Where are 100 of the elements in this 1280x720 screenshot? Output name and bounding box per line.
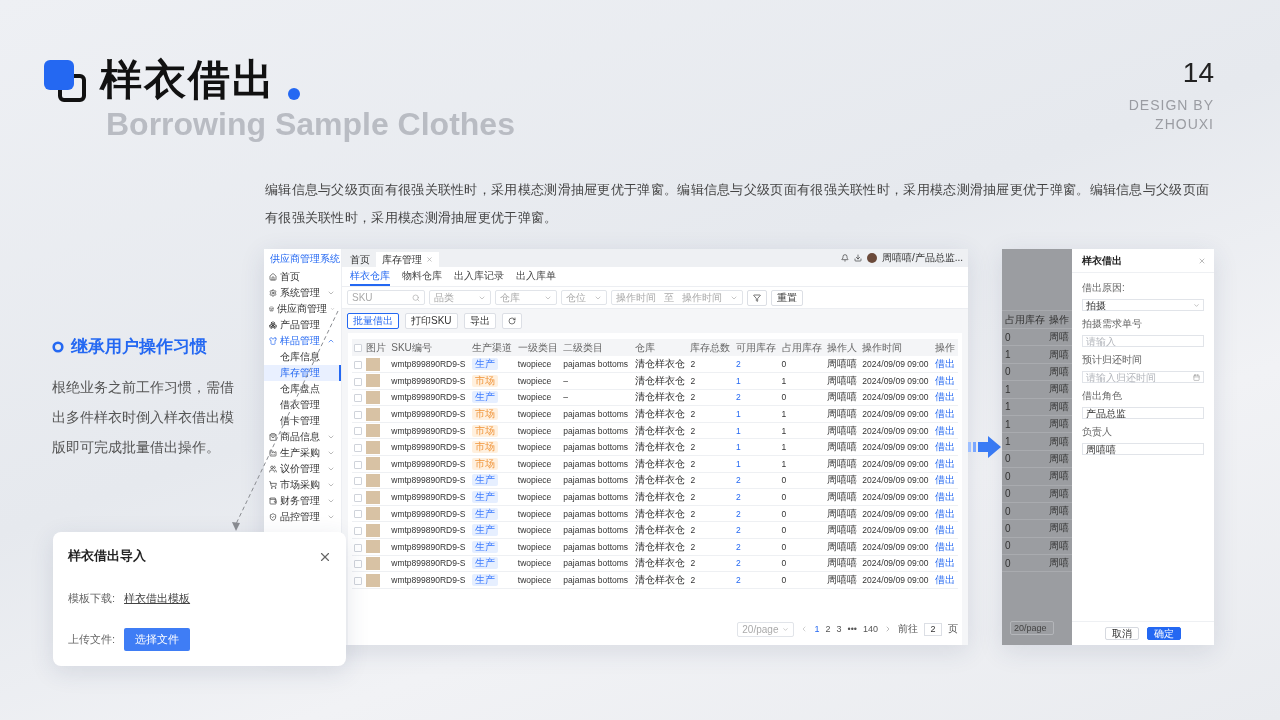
template-link[interactable]: 样衣借出模板 — [124, 591, 191, 606]
nav-item[interactable]: 议价管理 — [264, 461, 341, 477]
borrow-link[interactable]: 借出 — [933, 372, 958, 390]
borrow-link[interactable]: 借出 — [933, 555, 958, 572]
table-cell: 周嘻嘻 — [825, 455, 861, 473]
checkbox[interactable] — [354, 394, 362, 403]
page-tab[interactable]: 首页 — [344, 252, 376, 267]
stock-link[interactable]: 2 — [734, 555, 780, 572]
nav-item[interactable]: 生产采购 — [264, 445, 341, 461]
nav-item[interactable]: 财务管理 — [264, 493, 341, 509]
page-tab[interactable]: 库存管理 — [376, 252, 439, 267]
table-cell-text: 0 — [1004, 470, 1012, 482]
table-cell: twopiece — [515, 488, 562, 506]
nav-item[interactable]: 借衣管理 — [264, 397, 341, 413]
checkbox[interactable] — [354, 360, 362, 369]
nav-item[interactable]: 仓库信息 — [264, 349, 341, 365]
checkbox[interactable] — [354, 427, 362, 436]
stock-link[interactable]: 2 — [734, 505, 780, 522]
nav-item[interactable]: 借卡管理 — [264, 413, 341, 429]
nav-item[interactable]: 系统管理 — [264, 285, 341, 301]
upload-button[interactable]: 选择文件 — [124, 628, 191, 651]
nav-item[interactable]: 商品信息 — [264, 429, 341, 445]
borrow-link[interactable]: 借出 — [933, 488, 958, 506]
borrow-link[interactable]: 借出 — [933, 505, 958, 522]
photo-placeholder — [366, 357, 381, 371]
borrow-link[interactable]: 借出 — [933, 389, 958, 406]
nav-item[interactable]: 市场采购 — [264, 477, 341, 493]
table-cell-text: 0 — [1004, 366, 1012, 378]
nav-item[interactable]: 首页 — [264, 269, 341, 285]
borrow-link[interactable]: 借出 — [933, 405, 958, 423]
action-button[interactable]: 批量借出 — [347, 313, 399, 329]
page-number[interactable]: 140 — [862, 624, 878, 634]
nav-item[interactable]: 样品管理 — [264, 333, 341, 349]
checkbox[interactable] — [354, 493, 362, 502]
table-cell: pajamas bottoms — [561, 472, 633, 489]
select-field[interactable]: 拍摄 — [1082, 299, 1204, 311]
page-number[interactable]: 1 — [814, 624, 820, 634]
borrow-link[interactable]: 借出 — [933, 521, 958, 539]
confirm-button[interactable]: 确定 — [1147, 627, 1181, 640]
borrow-link[interactable]: 借出 — [933, 438, 958, 456]
borrow-link[interactable]: 借出 — [933, 356, 958, 373]
checkbox[interactable] — [354, 477, 362, 486]
stock-link[interactable]: 2 — [734, 389, 780, 406]
checkbox[interactable] — [354, 576, 362, 585]
stock-link[interactable]: 2 — [734, 538, 780, 556]
checkbox[interactable] — [354, 560, 362, 569]
stock-link[interactable]: 1 — [734, 438, 780, 456]
nav-item[interactable]: 库存管理 — [264, 365, 341, 381]
page-number[interactable]: ••• — [847, 624, 857, 634]
checkbox[interactable] — [354, 527, 362, 535]
action-button[interactable]: 导出 — [463, 313, 496, 329]
stock-link[interactable]: 2 — [734, 356, 780, 373]
stock-link[interactable]: 1 — [734, 372, 780, 390]
bell-icon[interactable] — [840, 254, 849, 262]
checkbox[interactable] — [354, 510, 362, 519]
checkbox[interactable] — [354, 460, 362, 469]
refresh-button[interactable] — [501, 313, 522, 329]
chevron-right-icon[interactable] — [884, 625, 892, 633]
nav-item[interactable]: 产品管理 — [264, 317, 341, 333]
checkbox[interactable] — [354, 377, 362, 386]
checkbox[interactable] — [354, 410, 362, 419]
page-input[interactable]: 2 — [924, 622, 942, 636]
photo-placeholder — [366, 457, 381, 471]
page-number[interactable]: 2 — [825, 624, 831, 634]
cancel-button[interactable]: 取消 — [1105, 627, 1139, 640]
nav-item[interactable]: 供应商管理 — [264, 301, 341, 317]
table-cell: wmtp899890RD9-S — [389, 555, 471, 572]
action-button[interactable]: 打印SKU — [405, 313, 458, 329]
borrow-link[interactable]: 借出 — [933, 422, 958, 439]
input-field[interactable]: 周嘻嘻 — [1082, 443, 1204, 455]
borrow-link[interactable]: 借出 — [933, 571, 958, 589]
input-field[interactable]: 产品总监 — [1082, 407, 1204, 419]
chevron-icon — [1193, 301, 1200, 309]
reset-button[interactable]: 重置 — [771, 289, 803, 306]
sub-tab[interactable]: 出入库单 — [516, 267, 556, 286]
sub-tab[interactable]: 出入库记录 — [454, 267, 504, 286]
nav-item[interactable]: 品控管理 — [264, 509, 341, 525]
stock-link[interactable]: 2 — [734, 488, 780, 506]
checkbox[interactable] — [354, 543, 362, 552]
borrow-link[interactable]: 借出 — [933, 455, 958, 473]
stock-link[interactable]: 1 — [734, 455, 780, 473]
stock-link[interactable]: 1 — [734, 422, 780, 439]
stock-link[interactable]: 2 — [734, 521, 780, 539]
borrow-link[interactable]: 借出 — [933, 472, 958, 489]
photo-placeholder — [366, 556, 381, 570]
download-icon[interactable] — [853, 254, 862, 262]
filter-button[interactable] — [747, 289, 767, 306]
nav-item[interactable]: 仓库盘点 — [264, 381, 341, 397]
borrow-link[interactable]: 借出 — [933, 538, 958, 556]
sub-tab[interactable]: 物料仓库 — [402, 267, 442, 286]
goto-label: 前往 — [898, 622, 918, 636]
table-cell-text: 0 — [1004, 331, 1012, 343]
table-cell-text: 1 — [1004, 401, 1012, 413]
checkbox[interactable] — [354, 344, 362, 353]
stock-link[interactable]: 2 — [734, 571, 780, 589]
page-number[interactable]: 3 — [836, 624, 842, 634]
table-cell-text: 0 — [1004, 523, 1012, 534]
stock-link[interactable]: 2 — [734, 472, 780, 489]
checkbox[interactable] — [354, 444, 362, 452]
stock-link[interactable]: 1 — [734, 405, 780, 423]
